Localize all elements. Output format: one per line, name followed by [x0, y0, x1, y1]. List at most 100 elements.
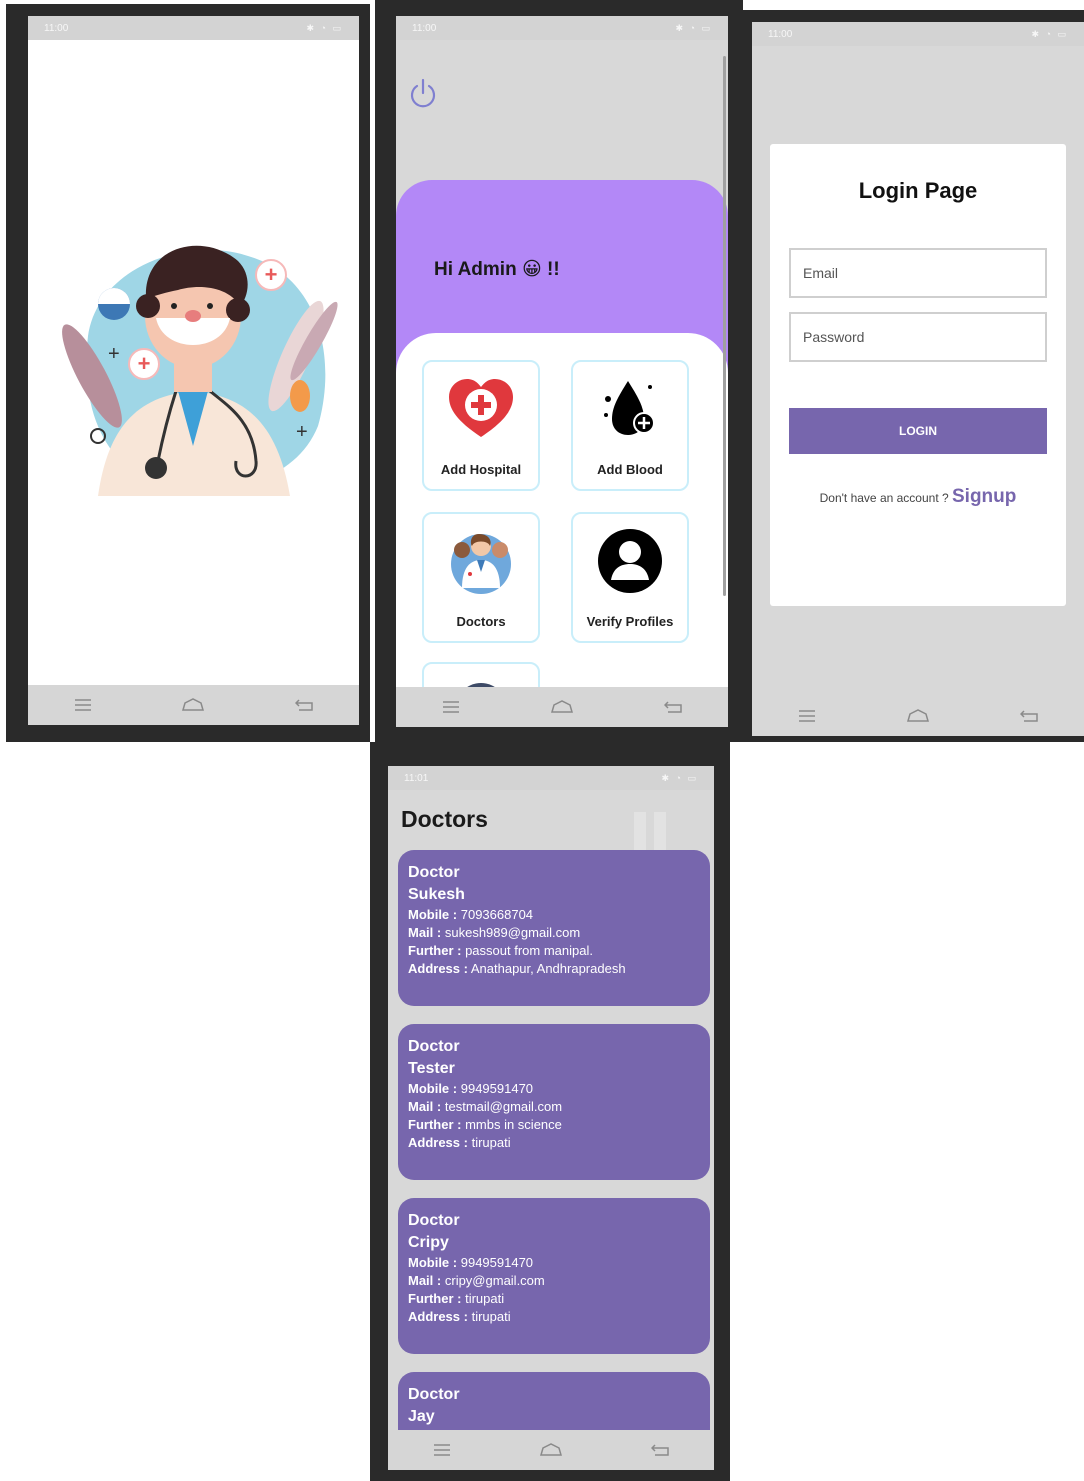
status-icons: ✱ ◔ ▭: [675, 22, 712, 33]
user-profile-icon: [595, 526, 665, 596]
back-nav-button[interactable]: [645, 1435, 675, 1465]
nav-bar: [752, 696, 1084, 736]
doctor-prefix: Doctor: [408, 1038, 460, 1055]
pause-icon: [634, 812, 670, 850]
mobile-label: Mobile :: [408, 907, 458, 922]
home-icon: [182, 698, 205, 711]
add-hospital-tile[interactable]: Add Hospital: [422, 360, 540, 491]
back-icon: [663, 701, 682, 713]
home-nav-button[interactable]: [547, 692, 577, 722]
doctors-group-icon: [446, 526, 516, 596]
tile-label: Add Hospital: [440, 462, 522, 477]
nav-bar: [388, 1430, 714, 1470]
doctor-address: tirupati: [471, 1309, 511, 1324]
doctor-name: Cripy: [408, 1234, 449, 1251]
svg-text:+: +: [296, 421, 308, 443]
status-icons: ✱ ◔ ▭: [1031, 28, 1068, 39]
doctors-tile[interactable]: Doctors: [422, 512, 540, 643]
doctor-card[interactable]: Doctor Cripy Mobile : 9949591470 Mail : …: [398, 1198, 710, 1354]
doctor-address-row: Address : tirupati: [408, 1308, 700, 1326]
menu-icon: [799, 710, 816, 722]
logout-button[interactable]: [408, 76, 438, 110]
home-icon: [550, 700, 573, 713]
menu-icon: [443, 701, 460, 713]
signup-link[interactable]: Signup: [952, 486, 1016, 507]
further-label: Further :: [408, 943, 462, 958]
menu-nav-button[interactable]: [792, 701, 822, 731]
back-nav-button[interactable]: [289, 690, 319, 720]
tile-label: Verify Profiles: [586, 614, 674, 629]
svg-text:+: +: [265, 262, 278, 287]
home-nav-button[interactable]: [536, 1435, 566, 1465]
svg-text:+: +: [138, 351, 151, 376]
doctor-name: Jay: [408, 1408, 435, 1425]
status-bar: 11:00 ✱ ◔ ▭: [28, 16, 359, 40]
login-button[interactable]: LOGIN: [789, 408, 1047, 454]
menu-nav-button[interactable]: [427, 1435, 457, 1465]
home-nav-button[interactable]: [178, 690, 208, 720]
back-nav-button[interactable]: [1014, 701, 1044, 731]
signup-row: Don't have an account ? Signup: [770, 486, 1066, 508]
doctor-further-row: Further : tirupati: [408, 1290, 700, 1308]
doctor-address: tirupati: [471, 1135, 511, 1150]
doctor-further: passout from manipal.: [465, 943, 593, 958]
home-nav-button[interactable]: [903, 701, 933, 731]
status-icons: ✱ ◔ ▭: [306, 22, 343, 33]
back-icon: [1019, 710, 1038, 722]
verify-profiles-tile[interactable]: Verify Profiles: [571, 512, 689, 643]
scrollbar[interactable]: [723, 56, 726, 596]
doctor-mail-row: Mail : sukesh989@gmail.com: [408, 924, 700, 942]
blood-drop-plus-icon: [595, 374, 665, 444]
status-time: 11:00: [768, 28, 793, 40]
status-icons: ✱ ◔ ▭: [661, 772, 698, 783]
splash-screen: 11:00 ✱ ◔ ▭ + + + +: [28, 16, 359, 725]
mobile-label: Mobile :: [408, 1081, 458, 1096]
back-icon: [650, 1444, 669, 1456]
doctor-prefix: Doctor: [408, 1212, 460, 1229]
doctor-mobile-row: Mobile : 9949591470: [408, 1080, 700, 1098]
status-bar: 11:00 ✱ ◔ ▭: [752, 22, 1084, 46]
home-icon: [539, 1443, 562, 1456]
nav-bar: [396, 687, 728, 727]
svg-text:+: +: [108, 343, 120, 365]
status-time: 11:01: [404, 772, 429, 784]
doctor-name: Sukesh: [408, 886, 465, 903]
doctor-mail: sukesh989@gmail.com: [444, 925, 581, 940]
doctor-card[interactable]: Doctor Sukesh Mobile : 7093668704 Mail :…: [398, 850, 710, 1006]
doctor-further: tirupati: [465, 1291, 505, 1306]
doctor-mail: testmail@gmail.com: [444, 1099, 563, 1114]
power-icon: [410, 78, 436, 108]
doctor-mail: cripy@gmail.com: [444, 1273, 545, 1288]
mail-label: Mail :: [408, 1273, 442, 1288]
login-card: Login Page LOGIN Don't have an account ?…: [770, 144, 1066, 606]
email-field[interactable]: [789, 248, 1047, 298]
menu-icon: [434, 1444, 451, 1456]
tile-label: Doctors: [456, 614, 506, 629]
status-time: 11:00: [44, 22, 69, 34]
doctor-further-row: Further : mmbs in science: [408, 1116, 700, 1134]
add-blood-tile[interactable]: Add Blood: [571, 360, 689, 491]
doctor-further-row: Further : passout from manipal.: [408, 942, 700, 960]
menu-nav-button[interactable]: [68, 690, 98, 720]
admin-home-screen: 11:00 ✱ ◔ ▭ Hi Admin 😀 !! Add Hospital A…: [396, 16, 728, 727]
address-label: Address :: [408, 1309, 468, 1324]
doctor-mobile-row: Mobile : 9949591470: [408, 1254, 700, 1272]
mail-label: Mail :: [408, 925, 442, 940]
tile-label: Add Blood: [597, 462, 663, 477]
doctor-mail-row: Mail : testmail@gmail.com: [408, 1098, 700, 1116]
doctor-list: Doctor Sukesh Mobile : 7093668704 Mail :…: [398, 850, 710, 1470]
status-bar: 11:00 ✱ ◔ ▭: [396, 16, 728, 40]
doctor-card[interactable]: Doctor Tester Mobile : 9949591470 Mail :…: [398, 1024, 710, 1180]
back-nav-button[interactable]: [658, 692, 688, 722]
doctor-mobile: 7093668704: [460, 907, 534, 922]
home-icon: [906, 709, 929, 722]
further-label: Further :: [408, 1117, 462, 1132]
doctor-mail-row: Mail : cripy@gmail.com: [408, 1272, 700, 1290]
password-field[interactable]: [789, 312, 1047, 362]
address-label: Address :: [408, 1135, 468, 1150]
menu-nav-button[interactable]: [436, 692, 466, 722]
doctor-address-row: Address : Anathapur, Andhrapradesh: [408, 960, 700, 978]
doctor-name: Tester: [408, 1060, 455, 1077]
no-account-text: Don't have an account ?: [819, 491, 949, 505]
address-label: Address :: [408, 961, 468, 976]
